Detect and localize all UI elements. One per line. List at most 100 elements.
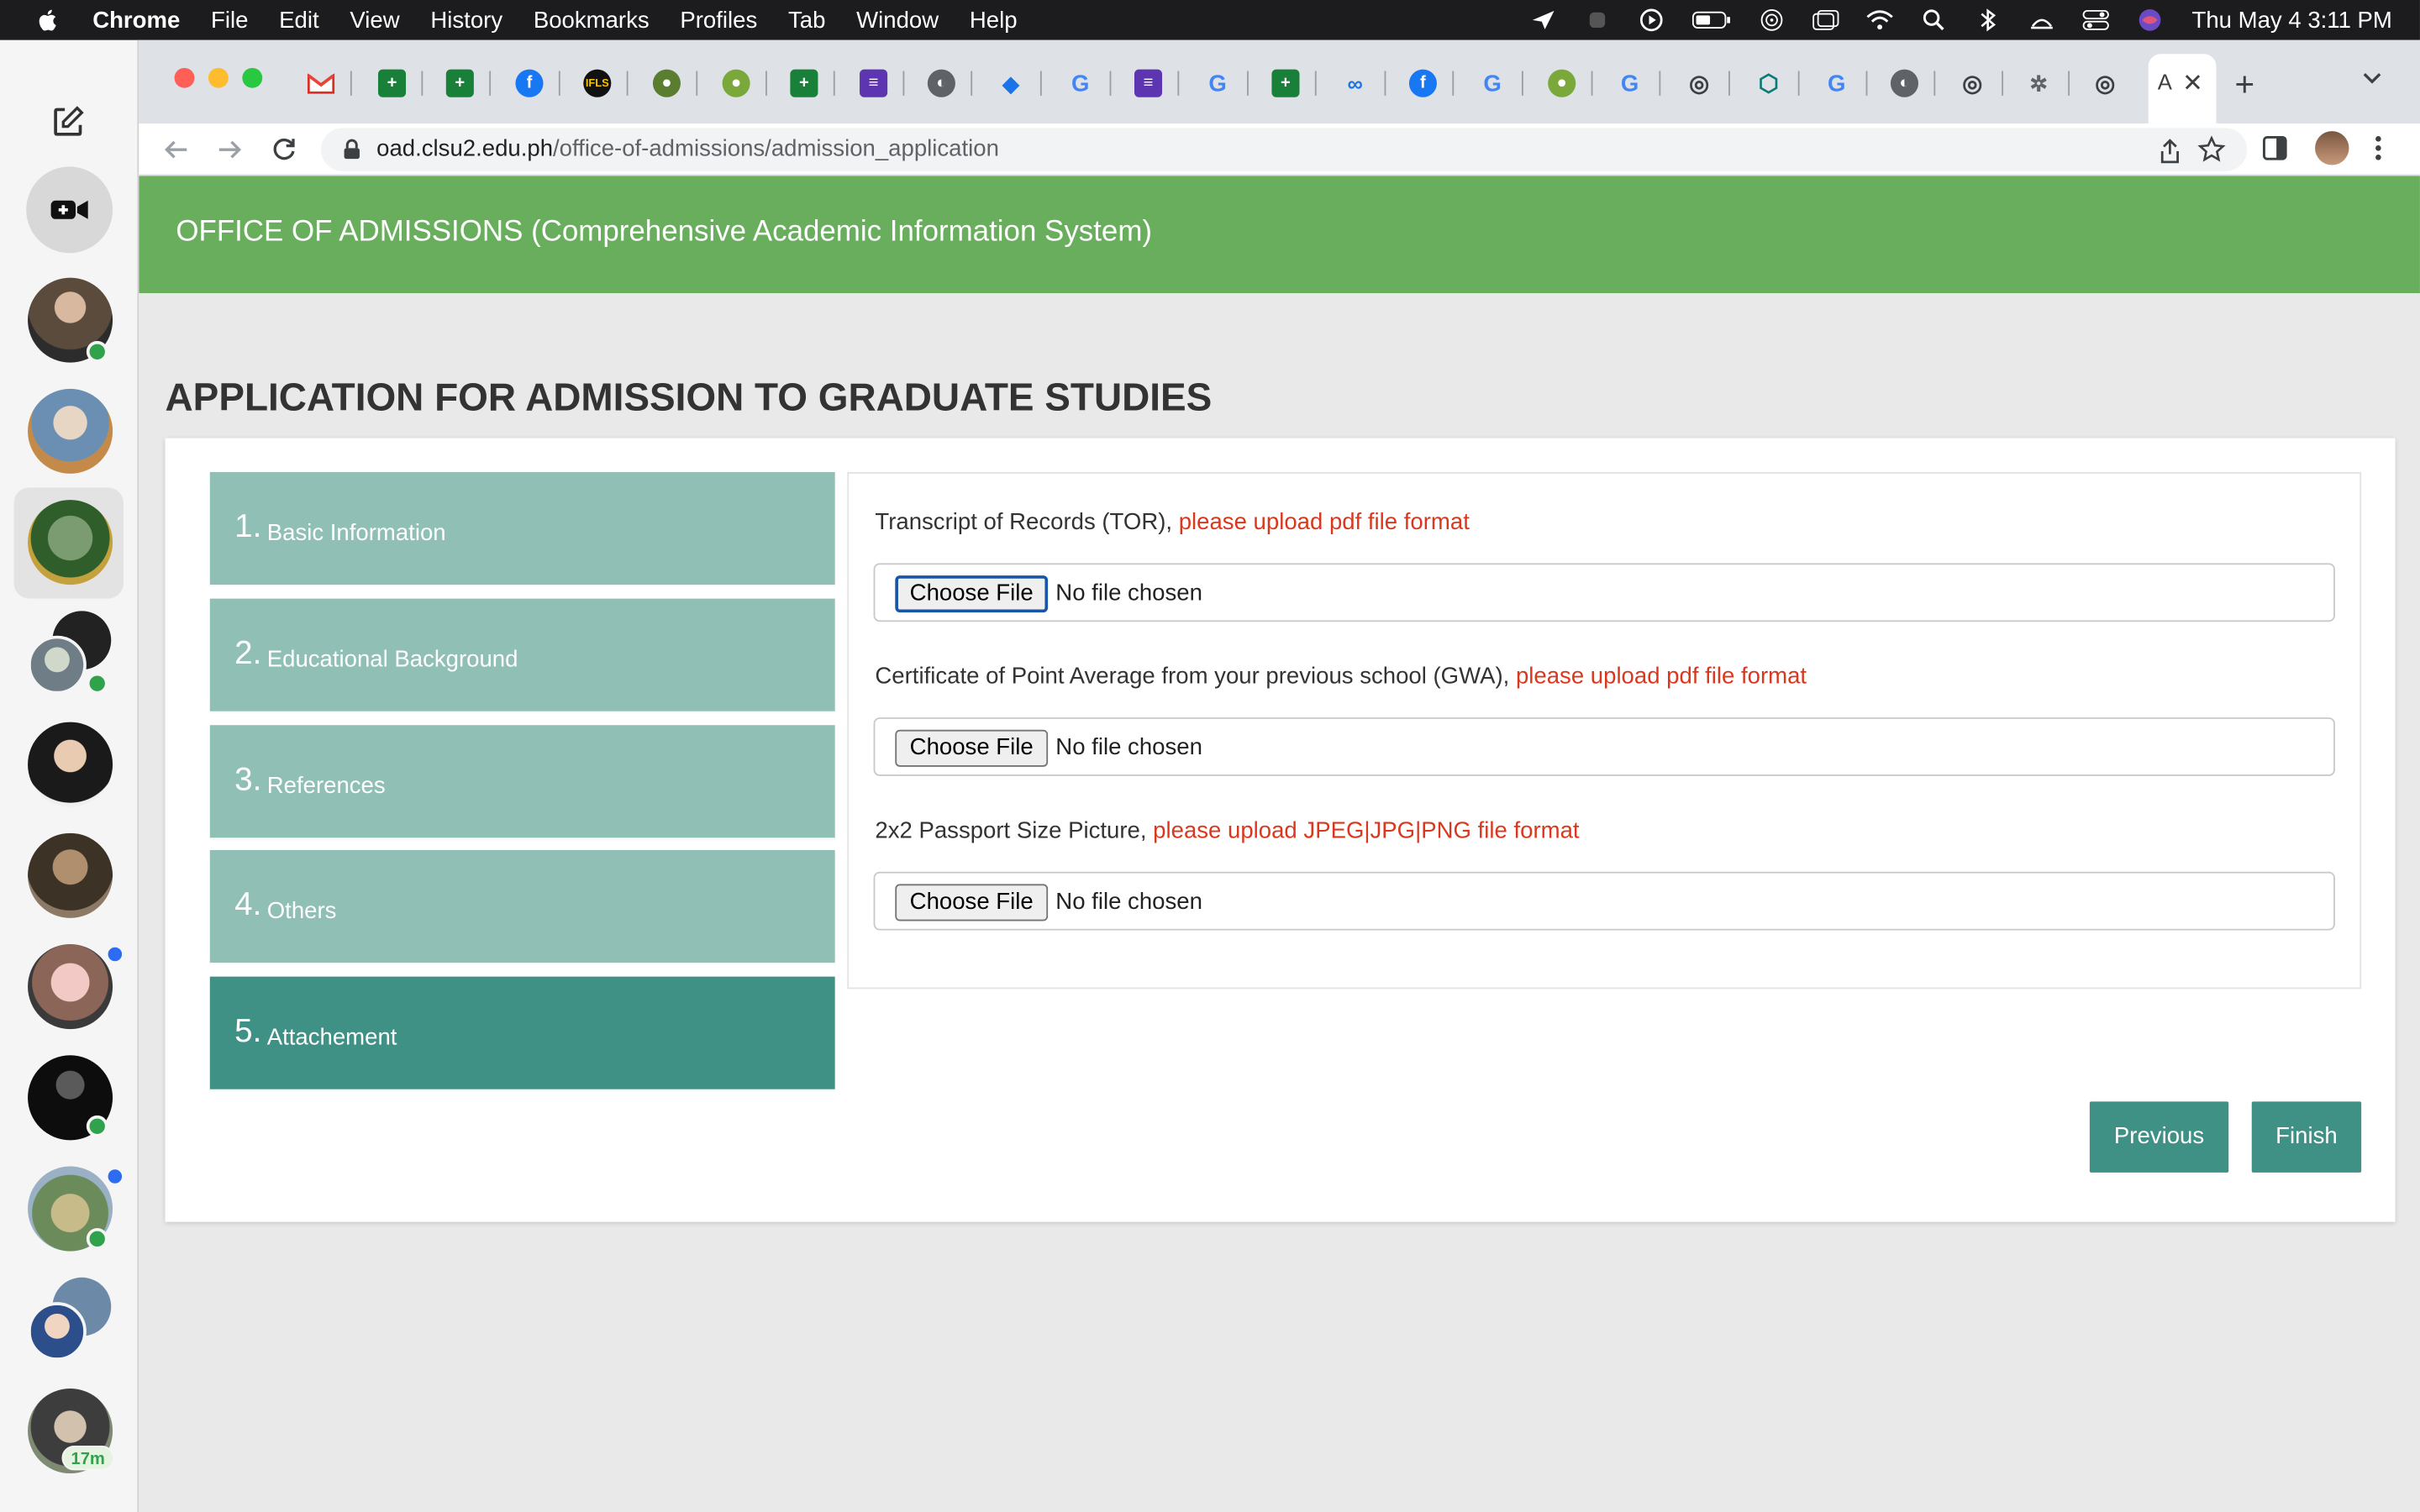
menu-history[interactable]: History: [430, 7, 502, 33]
airdrop-icon[interactable]: [1758, 9, 1786, 31]
wifi-icon[interactable]: [1866, 9, 1894, 31]
bookmark-star-icon[interactable]: [2197, 135, 2226, 164]
finish-button[interactable]: Finish: [2251, 1101, 2362, 1173]
step-basic-information[interactable]: 1. Basic Information: [209, 472, 835, 586]
control-center-icon[interactable]: [2082, 9, 2110, 31]
forward-button[interactable]: [213, 133, 246, 166]
previous-button[interactable]: Previous: [2089, 1101, 2229, 1173]
google-tab-icon[interactable]: G: [1823, 70, 1850, 97]
university-seal-tab-icon[interactable]: ●: [722, 69, 750, 97]
url-text[interactable]: oad.clsu2.edu.ph/office-of-admissions/ad…: [376, 136, 999, 162]
online-status-dot: [86, 1228, 108, 1250]
sheets-tab-icon[interactable]: +: [377, 69, 407, 97]
step-references[interactable]: 3. References: [209, 725, 835, 840]
apple-icon[interactable]: [34, 6, 61, 34]
hotspot-icon[interactable]: [2028, 9, 2056, 31]
address-bar[interactable]: oad.clsu2.edu.ph/office-of-admissions/ad…: [321, 128, 2248, 171]
photo-file-input[interactable]: Choose File No file chosen: [873, 871, 2335, 931]
gmail-tab-icon[interactable]: [307, 70, 335, 97]
graduation-cap-tab-icon[interactable]: ◆: [997, 70, 1025, 97]
battery-icon[interactable]: [1691, 9, 1732, 31]
chat-avatar-item[interactable]: [0, 1055, 139, 1163]
video-call-button[interactable]: [26, 166, 113, 254]
app-status-icon[interactable]: [1584, 9, 1612, 31]
window-close-button[interactable]: [174, 67, 195, 88]
chat-avatar-item[interactable]: [0, 277, 139, 386]
menu-profiles[interactable]: Profiles: [680, 7, 757, 33]
menu-tab[interactable]: Tab: [788, 7, 825, 33]
chat-avatar-item[interactable]: [0, 1277, 139, 1386]
chat-avatar-item[interactable]: [0, 388, 139, 497]
tor-choose-file-button[interactable]: Choose File: [895, 575, 1049, 613]
photo-choose-file-button[interactable]: Choose File: [895, 884, 1049, 921]
play-circle-icon[interactable]: [1638, 8, 1665, 32]
site-title[interactable]: OFFICE OF ADMISSIONS (Comprehensive Acad…: [176, 216, 1152, 249]
google-tab-icon[interactable]: G: [1616, 70, 1644, 97]
side-panel-icon[interactable]: [2261, 134, 2289, 162]
tor-file-input[interactable]: Choose File No file chosen: [873, 563, 2335, 622]
forward-arrow-icon: [218, 140, 242, 159]
google-tab-icon[interactable]: G: [1066, 70, 1094, 97]
globe-tab-icon[interactable]: ◐: [927, 69, 955, 97]
window-zoom-button[interactable]: [242, 67, 263, 88]
google-tab-icon[interactable]: G: [1204, 70, 1232, 97]
chat-avatar-item[interactable]: [0, 722, 139, 831]
menu-help[interactable]: Help: [970, 7, 1018, 33]
menu-app-name[interactable]: Chrome: [92, 7, 180, 33]
tab-search-chevron-icon[interactable]: [2361, 66, 2383, 91]
screen-mirroring-icon[interactable]: [1812, 9, 1840, 31]
forms-tab-icon[interactable]: ≡: [1134, 69, 1163, 97]
menu-file[interactable]: File: [211, 7, 248, 33]
lock-icon[interactable]: [343, 139, 361, 160]
sheets-tab-icon[interactable]: +: [790, 69, 818, 97]
step-educational-background[interactable]: 2. Educational Background: [209, 598, 835, 713]
profile-avatar-button[interactable]: [2315, 131, 2349, 165]
location-arrow-icon[interactable]: [1530, 9, 1558, 31]
photo-file-status: No file chosen: [1055, 888, 1202, 916]
menu-view[interactable]: View: [350, 7, 399, 33]
reload-button[interactable]: [267, 133, 301, 166]
step-attachement-active[interactable]: 5. Attachement: [209, 976, 835, 1091]
sheets-tab-icon[interactable]: +: [445, 69, 474, 97]
menu-bookmarks[interactable]: Bookmarks: [534, 7, 650, 33]
chat-avatar-item[interactable]: [0, 832, 139, 942]
chat-avatar-item[interactable]: [0, 611, 139, 719]
share-icon[interactable]: [2158, 137, 2182, 165]
chrome-tab-icon[interactable]: ◎: [2091, 70, 2119, 97]
university-seal-tab-icon[interactable]: ●: [652, 69, 681, 97]
ifls-tab-icon[interactable]: IFLS: [583, 69, 612, 97]
more-menu-icon[interactable]: [2374, 134, 2383, 162]
tab-close-icon[interactable]: ✕: [2182, 68, 2203, 99]
university-seal-tab-icon[interactable]: ●: [1548, 69, 1576, 97]
chat-avatar-item[interactable]: [0, 944, 139, 1053]
forms-tab-icon[interactable]: ≡: [860, 69, 888, 97]
step-others[interactable]: 4. Others: [209, 850, 835, 964]
hexagon-tab-icon[interactable]: ⬡: [1754, 70, 1782, 97]
active-tab[interactable]: A ✕: [2148, 54, 2217, 123]
menu-window[interactable]: Window: [856, 7, 939, 33]
google-tab-icon[interactable]: G: [1479, 70, 1507, 97]
window-minimize-button[interactable]: [208, 67, 229, 88]
chrome-tab-icon[interactable]: ◎: [1959, 70, 1986, 97]
new-tab-button[interactable]: +: [2235, 65, 2255, 105]
spotlight-search-icon[interactable]: [1920, 9, 1948, 31]
step-label: Educational Background: [266, 646, 518, 673]
chat-avatar-item-selected[interactable]: [0, 500, 139, 608]
menu-bar-clock[interactable]: Thu May 4 3:11 PM: [2192, 7, 2392, 33]
infinity-tab-icon[interactable]: ∞: [1341, 70, 1369, 97]
chrome-tab-icon[interactable]: ◎: [1686, 70, 1713, 97]
facebook-tab-icon[interactable]: f: [515, 69, 544, 97]
gwa-choose-file-button[interactable]: Choose File: [895, 729, 1049, 767]
facebook-tab-icon[interactable]: f: [1408, 69, 1437, 97]
bluetooth-icon[interactable]: [1975, 8, 2002, 32]
back-button[interactable]: [159, 133, 192, 166]
chat-avatar-item[interactable]: 17m: [0, 1389, 139, 1497]
gwa-file-input[interactable]: Choose File No file chosen: [873, 717, 2335, 776]
puzzle-tab-icon[interactable]: ✲: [2025, 70, 2053, 97]
siri-icon[interactable]: [2136, 9, 2164, 31]
chat-avatar-item[interactable]: [0, 1166, 139, 1275]
globe-tab-icon[interactable]: ◐: [1890, 69, 1919, 97]
compose-icon[interactable]: [51, 105, 85, 139]
sheets-tab-icon[interactable]: +: [1271, 69, 1300, 97]
menu-edit[interactable]: Edit: [279, 7, 318, 33]
